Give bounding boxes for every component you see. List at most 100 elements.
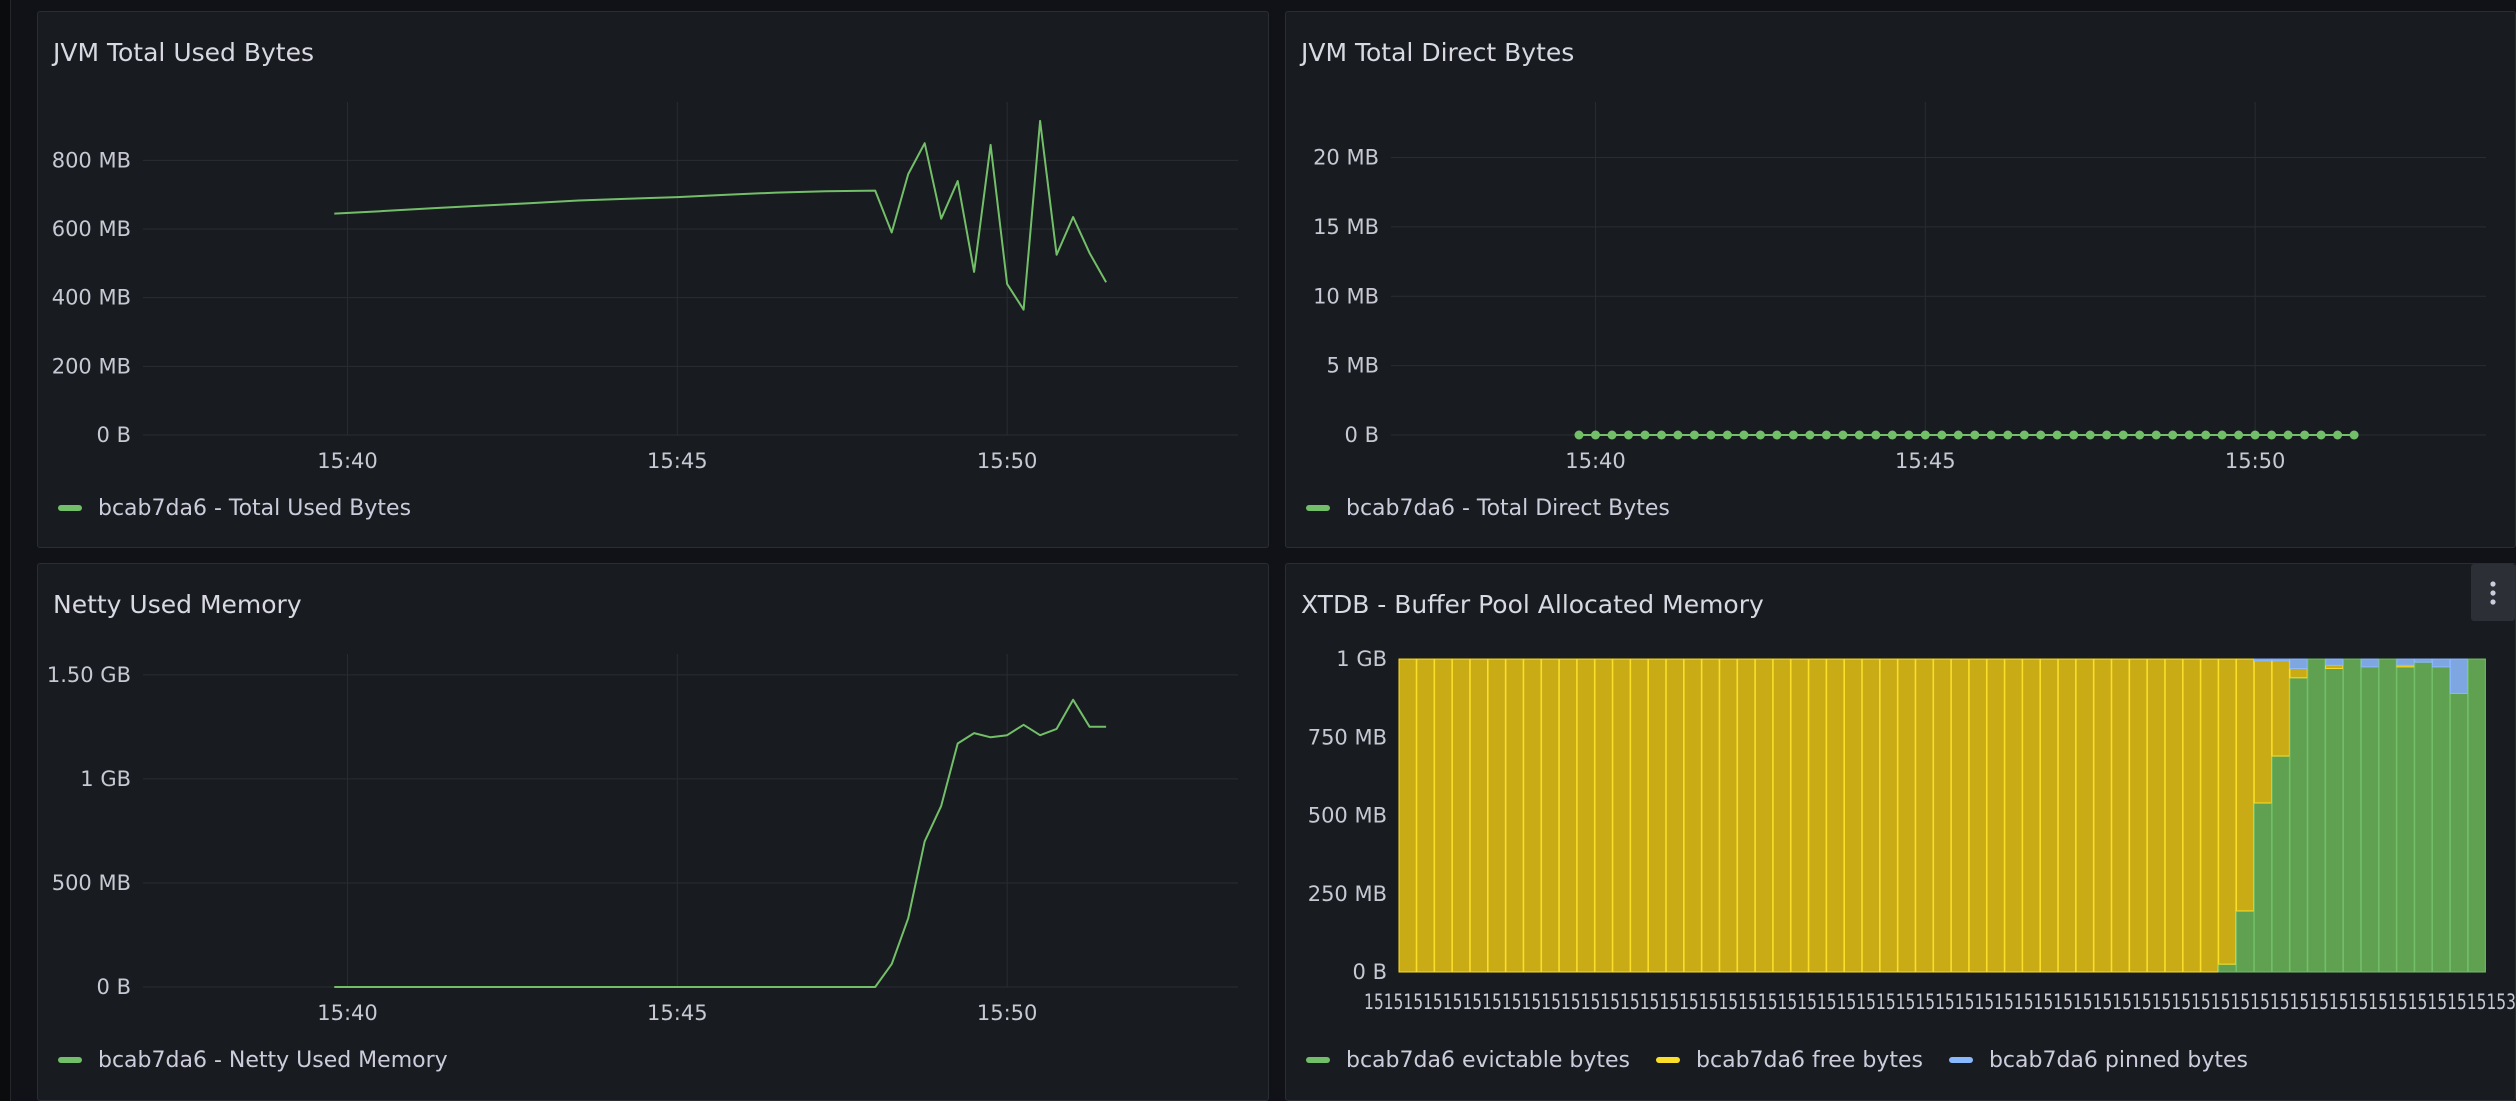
legend-swatch-icon [1306,505,1330,511]
bar-segment [1630,658,1649,973]
left-edge [0,0,11,1101]
chart-buffer-pool-allocated-memory: 0 B 250 MB 500 MB 750 MB 1 GB 151515151515151… [1308,647,2516,1014]
data-point [1657,430,1666,440]
data-point [2234,430,2244,440]
bar-segment [2004,658,2023,973]
y-tick-label: 1 GB [1336,647,1387,671]
legend-swatch-icon [58,505,82,511]
bar-segment [2378,658,2397,973]
legend-swatch-icon [1948,1057,1973,1063]
x-tick-label: 15:45 [647,1001,708,1025]
y-tick-label: 15 MB [1313,215,1379,239]
legend: bcab7da6 - Total Direct Bytes [1306,493,1696,523]
y-tick-label: 10 MB [1313,284,1379,308]
bar-segment [1808,658,1827,973]
data-point [1591,430,1600,440]
y-tick-label: 600 MB [52,217,131,241]
bar-segment [1558,658,1578,973]
panel-netty-used-memory: Netty Used Memory 0 B 500 MB 1 GB 1.50 GB 15… [37,563,1269,1101]
data-point [1574,430,1584,440]
data-point [2052,430,2062,440]
data-point [2168,430,2178,440]
data-point [1805,430,1815,440]
bar-segment [2253,658,2273,662]
data-point [2316,430,2326,440]
y-tick-label: 0 B [97,975,131,999]
data-point [2349,430,2359,440]
y-tick-label: 400 MB [52,286,131,310]
bar-segment [1594,658,1613,973]
bar-segment [1843,658,1863,973]
data-point [2135,430,2145,440]
bar-segment [2253,660,2273,804]
bar-segment [2040,658,2059,973]
bar-segment [2164,658,2183,973]
legend-item[interactable]: bcab7da6 free bytes [1656,1048,1923,1073]
data-point [2217,430,2227,440]
bar-segment [2325,658,2344,666]
data-point [1722,430,1732,440]
bar-segment [1933,658,1952,973]
data-point [1937,430,1947,440]
bar-segment [1986,658,2005,973]
bar-segment [2396,666,2415,973]
legend-label: bcab7da6 pinned bytes [1988,1047,2248,1073]
y-tick-label: 0 B [1345,423,1379,447]
legend-item[interactable]: bcab7da6 - Total Used Bytes [58,496,411,521]
data-point [1673,430,1683,440]
data-point [1838,430,1848,440]
legend-swatch-icon [1306,1057,1330,1063]
legend-label: bcab7da6 - Total Used Bytes [98,495,412,521]
bar-segment [2289,658,2308,669]
legend-item[interactable]: bcab7da6 pinned bytes [1948,1047,2248,1073]
bar-segment [2129,658,2148,973]
bar-segment [1451,658,1471,973]
data-point [2267,430,2277,440]
data-point [1624,430,1633,440]
x-tick-labels: 1515151515151515151515151515151515151515… [1364,990,2516,1014]
bar-segment [2236,910,2255,973]
x-tick-label: 15:40 [317,449,378,473]
bar-segment [1398,658,1417,973]
data-point [1706,430,1716,440]
bar-segment [2057,658,2077,973]
legend-swatch-icon [58,1057,82,1063]
bar-segment [2200,658,2219,973]
bar-segment [2111,658,2130,973]
bar-segment [2075,658,2094,973]
legend-item[interactable]: bcab7da6 - Total Direct Bytes [1306,496,1670,521]
data-point [1755,430,1765,440]
bar-segment [2093,658,2112,973]
y-tick-label: 250 MB [1308,882,1387,906]
x-tick-label: 15:40 [317,1001,378,1025]
x-tick-label: 15:45 [647,449,708,473]
bar-segment [1612,658,1631,973]
bar-segment [2414,661,2433,973]
bar-segment [1879,658,1898,973]
bar-segment [2271,660,2290,757]
legend-item[interactable]: bcab7da6 evictable bytes [1306,1048,1630,1073]
bar-segment [1737,658,1756,973]
bar-segment [1701,658,1720,973]
data-point [2085,430,2095,440]
legend: bcab7da6 evictable bytes bcab7da6 free by… [1306,1045,2274,1075]
y-tick-label: 500 MB [1308,804,1387,828]
chart-jvm-total-direct-bytes: 0 B 5 MB 10 MB 15 MB 20 MB 15:40 15:45 15:50 [1313,102,2486,473]
panel-jvm-total-direct-bytes: JVM Total Direct Bytes 0 B5 MB 10 MB 15 MB… [1285,11,2516,548]
legend-item[interactable]: bcab7da6 - Netty Used Memory [58,1048,448,1073]
x-tick-label: 15:45 [1895,449,1956,473]
bar-segment [1416,658,1435,973]
data-point [1821,430,1831,440]
bar-segment [2467,658,2486,973]
y-tick-label: 0 B [1353,960,1387,984]
data-point [1953,430,1963,440]
bar-segment [2325,667,2344,973]
bar-segment [1434,658,1453,973]
x-tick-label: 15:50 [977,449,1038,473]
bar-segment [1950,658,1970,973]
bar-segment [2432,666,2451,973]
bar-segment [1772,658,1791,973]
data-point [1739,430,1749,440]
legend-label: bcab7da6 - Total Direct Bytes [1346,495,1670,521]
bar-segment [2182,658,2201,973]
